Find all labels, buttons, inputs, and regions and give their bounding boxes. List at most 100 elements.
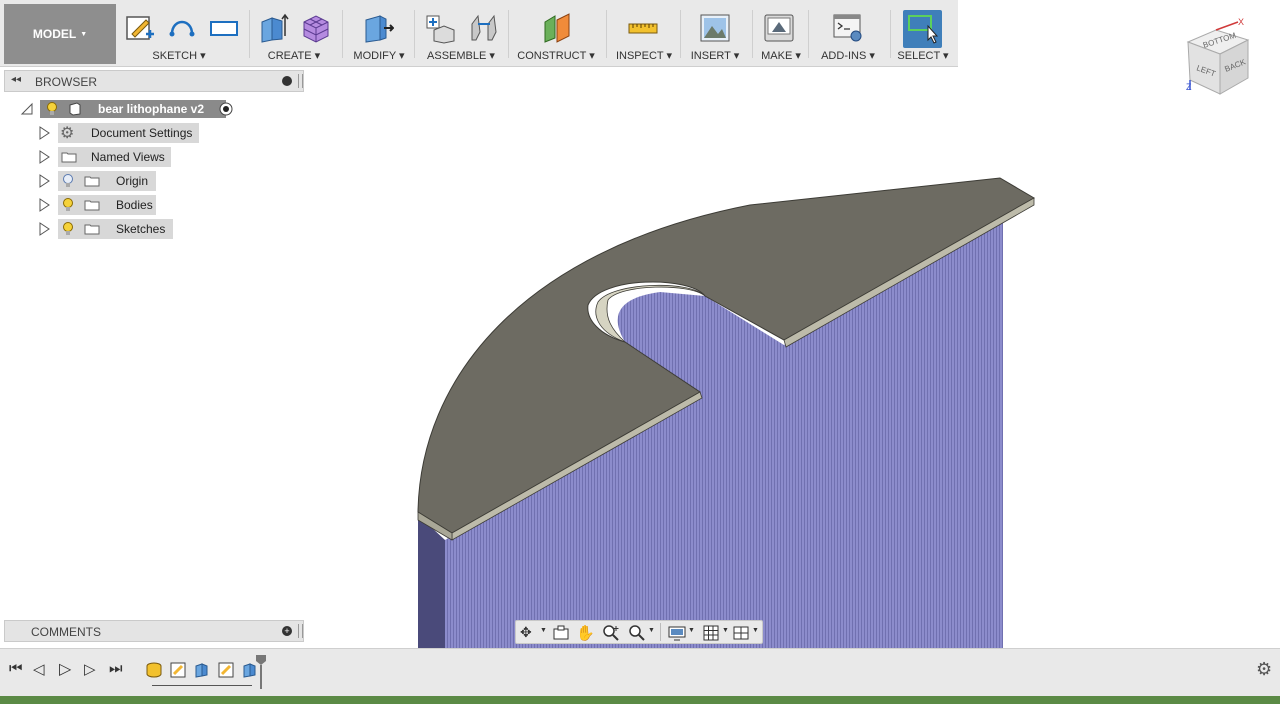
browser-item-label: Document Settings [91, 126, 193, 140]
sketch-menu[interactable]: SKETCH ▾ [146, 49, 212, 62]
assemble-menu[interactable]: ASSEMBLE ▾ [426, 49, 496, 62]
3d-print-icon[interactable] [763, 12, 795, 44]
display-settings-icon[interactable] [668, 624, 686, 642]
viewcube[interactable]: BOTTOM LEFT BACK Z X [1180, 14, 1256, 98]
construct-label: CONSTRUCT [517, 50, 587, 62]
collapse-panel-icon[interactable]: ◂◂ [11, 74, 21, 85]
panel-resize-grip[interactable] [298, 74, 303, 88]
folder-icon [84, 176, 100, 187]
chevron-down-icon[interactable]: ▼ [752, 627, 759, 634]
form-box-icon[interactable] [300, 12, 332, 44]
timeline-canvas-icon[interactable] [145, 661, 163, 679]
modify-menu[interactable]: MODIFY ▾ [350, 49, 408, 62]
sketch-label: SKETCH [152, 50, 198, 62]
expand-triangle-icon[interactable] [38, 174, 50, 188]
browser-item-bodies[interactable]: Bodies [38, 195, 158, 215]
insert-menu[interactable]: INSERT ▾ [688, 49, 742, 62]
gear-icon: ⚙ [60, 125, 75, 142]
make-menu[interactable]: MAKE ▾ [758, 49, 804, 62]
timeline-sketch-icon[interactable] [169, 661, 187, 679]
add-ins-menu[interactable]: ADD-INS ▾ [816, 49, 880, 62]
modify-label: MODIFY [353, 50, 396, 62]
toolbar-divider [752, 10, 753, 58]
browser-item-document-settings[interactable]: ⚙ Document Settings [38, 123, 203, 143]
chevron-down-icon: ▼ [80, 30, 88, 38]
minimize-panel-icon[interactable] [282, 76, 292, 86]
timeline-track [152, 685, 252, 686]
create-menu[interactable]: CREATE ▾ [262, 49, 326, 62]
inspect-menu[interactable]: INSPECT ▾ [614, 49, 674, 62]
navbar-divider [660, 623, 661, 641]
browser-title: BROWSER [35, 75, 98, 89]
arc-icon[interactable] [166, 12, 198, 44]
browser-panel-header[interactable]: ◂◂ BROWSER [4, 70, 304, 92]
main-toolbar: MODEL ▼ SKETCH ▾ CREATE ▾ MODIFY ▾ ASSEM… [0, 0, 958, 67]
toolbar-divider [890, 10, 891, 58]
chevron-down-icon[interactable]: ▼ [688, 627, 695, 634]
new-component-icon[interactable] [424, 12, 456, 44]
browser-item-named-views[interactable]: Named Views [38, 147, 173, 167]
inspect-label: INSPECT [615, 50, 664, 62]
lightbulb-on-icon[interactable] [62, 222, 74, 236]
insert-image-icon[interactable] [699, 12, 731, 44]
step-forward-icon[interactable]: ▷ [84, 660, 96, 678]
create-label: CREATE [267, 50, 312, 62]
browser-item-origin[interactable]: Origin [38, 171, 158, 191]
extrude-icon[interactable] [258, 12, 290, 44]
toolbar-divider [606, 10, 607, 58]
timeline-marker[interactable] [254, 655, 268, 689]
measure-icon[interactable] [627, 12, 659, 44]
insert-label: INSERT [690, 50, 731, 62]
look-at-icon[interactable] [552, 624, 570, 642]
chevron-down-icon[interactable]: ▼ [648, 627, 655, 634]
chevron-down-icon[interactable]: ▼ [722, 627, 729, 634]
collapse-triangle-icon[interactable] [20, 102, 34, 116]
go-to-end-icon[interactable]: ⏭ [109, 660, 123, 677]
expand-triangle-icon[interactable] [38, 150, 50, 164]
gear-icon[interactable]: ⚙ [1256, 659, 1272, 680]
construct-menu[interactable]: CONSTRUCT ▾ [516, 49, 596, 62]
axis-z-label: Z [1186, 82, 1192, 92]
fit-zoom-icon[interactable] [628, 624, 646, 642]
press-pull-icon[interactable] [362, 12, 394, 44]
browser-item-label: Origin [116, 174, 149, 188]
scripts-addins-icon[interactable] [832, 12, 864, 44]
create-sketch-icon[interactable] [124, 12, 156, 44]
lightbulb-off-icon[interactable] [62, 174, 74, 188]
expand-triangle-icon[interactable] [38, 222, 50, 236]
orbit-icon[interactable]: ✥ [520, 624, 538, 642]
joint-icon[interactable] [468, 12, 500, 44]
component-icon [69, 102, 81, 116]
go-to-start-icon[interactable]: ⏮ [9, 660, 23, 677]
select-menu[interactable]: SELECT ▾ [894, 49, 952, 62]
root-component-highlight[interactable]: bear lithophane v2 [40, 100, 226, 118]
browser-item-label: Named Views [91, 150, 165, 164]
timeline-bar: ⏮ ◁ ▷ ▷ ⏭ ⚙ [0, 648, 1280, 697]
viewports-icon[interactable] [732, 624, 750, 642]
comments-panel-header[interactable]: COMMENTS + [4, 620, 304, 642]
play-icon[interactable]: ▷ [59, 659, 71, 679]
pan-hand-icon[interactable]: ✋ [576, 624, 595, 642]
browser-root-row[interactable]: bear lithophane v2 [20, 100, 240, 118]
rectangle-icon[interactable] [208, 12, 240, 44]
select-tool-button[interactable] [903, 10, 942, 48]
timeline-extrude-icon[interactable] [193, 661, 211, 679]
add-comment-icon[interactable]: + [282, 626, 292, 636]
chevron-down-icon[interactable]: ▼ [540, 627, 547, 634]
workspace-switcher-button[interactable]: MODEL ▼ [4, 4, 116, 64]
timeline-sketch-icon[interactable] [217, 661, 235, 679]
expand-triangle-icon[interactable] [38, 126, 50, 140]
lightbulb-on-icon[interactable] [46, 102, 58, 116]
zoom-icon[interactable] [602, 624, 620, 642]
lightbulb-on-icon[interactable] [62, 198, 74, 212]
grid-icon[interactable] [702, 624, 720, 642]
model-viewport[interactable] [400, 170, 1050, 648]
panel-resize-grip[interactable] [298, 624, 303, 638]
browser-item-sketches[interactable]: Sketches [38, 219, 174, 239]
offset-plane-icon[interactable] [541, 12, 573, 44]
expand-triangle-icon[interactable] [38, 198, 50, 212]
activate-radio-icon[interactable] [219, 102, 233, 116]
workspace-label: MODEL [32, 27, 77, 41]
select-window-icon [908, 15, 939, 44]
step-back-icon[interactable]: ◁ [33, 660, 45, 678]
